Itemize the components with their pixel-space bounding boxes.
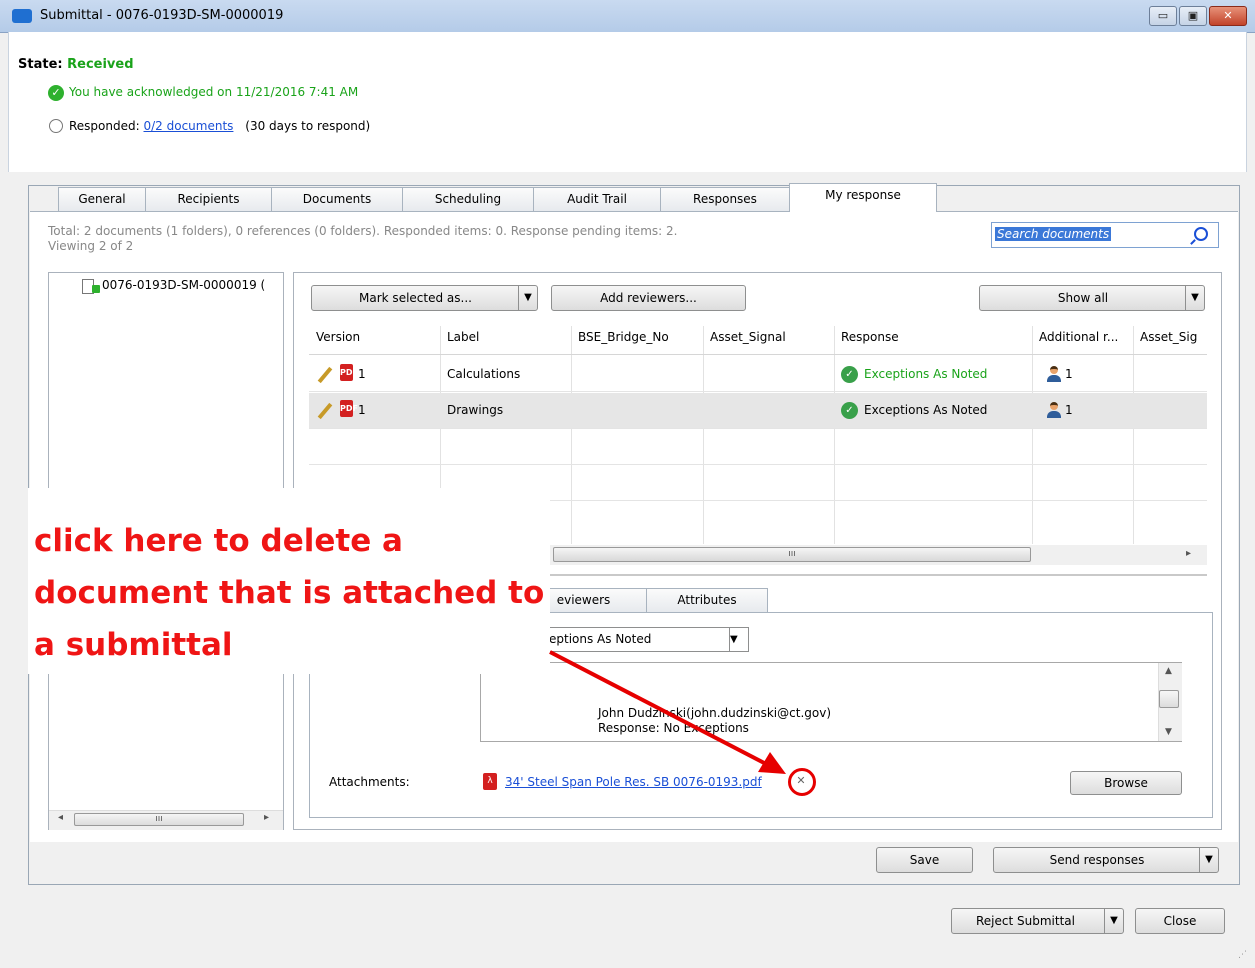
column-header-asset-signal[interactable]: Asset_Signal [710,330,786,344]
response-cell: Exceptions As Noted [864,367,988,381]
pdf-icon: λ [483,773,497,790]
scroll-left-icon[interactable]: ◂ [58,812,63,823]
attachments-label: Attachments: [329,775,410,789]
responded-documents-link[interactable]: 0/2 documents [144,119,234,133]
responded-label: Responded: [69,119,140,133]
response-cell: Exceptions As Noted [864,403,988,417]
maximize-button[interactable]: ▣ [1179,6,1207,26]
window-title: Submittal - 0076-0193D-SM-0000019 [40,8,284,23]
response-select-value: eptions As Noted [549,632,652,646]
scroll-right-icon[interactable]: ▸ [264,812,269,823]
resize-grip-icon[interactable]: ⋰ [1238,950,1247,960]
scroll-up-icon[interactable]: ▲ [1165,666,1172,676]
column-header-bse-bridge-no[interactable]: BSE_Bridge_No [578,330,669,344]
mark-selected-dropdown[interactable]: Mark selected as... ▼ [311,285,538,311]
tab-responses[interactable]: Responses [660,187,790,211]
pdf-icon: PDF [340,364,358,381]
annotation-circle [788,768,816,796]
tab-attributes[interactable]: Attributes [646,588,768,612]
tree-item[interactable]: 0076-0193D-SM-0000019 ( [102,278,265,292]
reviewer-icon [1047,402,1061,418]
tab-audit-trail[interactable]: Audit Trail [533,187,661,211]
tab-my-response[interactable]: My response [789,183,937,212]
grid-scroll-thumb[interactable]: ııı [553,547,1031,562]
reviewers-count-cell: 1 [1065,403,1073,417]
chevron-down-icon[interactable]: ▼ [1185,286,1204,310]
column-header-asset-sig[interactable]: Asset_Sig [1140,330,1197,344]
chevron-down-icon[interactable]: ▼ [1199,848,1218,872]
summary-text: Total: 2 documents (1 folders), 0 refere… [48,224,848,254]
response-check-icon: ✓ [841,402,858,419]
state-label: State: Received [18,57,134,72]
state-label-text: State: [18,57,63,72]
annotation-arrow [549,650,786,774]
close-window-button[interactable]: ✕ [1209,6,1247,26]
tab-general[interactable]: General [58,187,146,211]
column-header-label[interactable]: Label [447,330,479,344]
reviewers-count-cell: 1 [1065,367,1073,381]
save-button[interactable]: Save [876,847,973,873]
chevron-down-icon[interactable]: ▼ [518,286,537,310]
reject-submittal-label: Reject Submittal [976,914,1075,928]
search-input[interactable]: Search documents [995,227,1112,241]
pdf-icon: PDF [340,400,358,417]
close-button[interactable]: Close [1135,908,1225,934]
inbound-arrow-icon [92,285,100,293]
label-cell: Drawings [447,403,504,417]
search-icon[interactable] [1194,227,1208,241]
tab-recipients[interactable]: Recipients [145,187,272,211]
summary-line-2: Viewing 2 of 2 [48,239,134,253]
send-responses-dropdown[interactable]: Send responses ▼ [993,847,1219,873]
label-cell: Calculations [447,367,521,381]
clock-icon [49,119,63,133]
tab-scheduling[interactable]: Scheduling [402,187,534,211]
header-separator [309,354,1207,355]
version-cell: 1 [358,367,366,381]
responded-note: (30 days to respond) [245,119,371,133]
minimize-button[interactable]: ▭ [1149,6,1177,26]
show-all-label: Show all [1057,291,1109,305]
column-header-version[interactable]: Version [316,330,360,344]
scroll-right-icon[interactable]: ▸ [1186,548,1191,559]
row-line [309,464,1207,465]
check-icon: ✓ [48,85,64,101]
acknowledged-text: You have acknowledged on 11/21/2016 7:41… [69,85,359,99]
column-header-additional-reviewers[interactable]: Additional r... [1039,330,1118,344]
header-panel [8,32,1247,172]
reject-submittal-dropdown[interactable]: Reject Submittal ▼ [951,908,1124,934]
response-check-icon: ✓ [841,366,858,383]
mark-selected-label: Mark selected as... [359,291,472,305]
annotation-text: click here to delete a document that is … [34,523,545,663]
summary-line-1: Total: 2 documents (1 folders), 0 refere… [48,224,678,238]
chevron-down-icon[interactable]: ▼ [1104,909,1123,933]
reviewer-icon [1047,366,1061,382]
app-icon [12,9,32,23]
version-cell: 1 [358,403,366,417]
responded-row: Responded: 0/2 documents (30 days to res… [69,119,370,133]
tab-documents[interactable]: Documents [271,187,403,211]
scroll-down-icon[interactable]: ▼ [1165,727,1172,737]
send-responses-label: Send responses [1049,853,1145,867]
state-value: Received [67,57,134,72]
add-reviewers-button[interactable]: Add reviewers... [551,285,746,311]
browse-button[interactable]: Browse [1070,771,1182,795]
column-header-response[interactable]: Response [841,330,899,344]
show-all-dropdown[interactable]: Show all ▼ [979,285,1205,311]
tree-scroll-thumb[interactable]: ııı [74,813,244,826]
comment-scroll-thumb[interactable] [1159,690,1179,708]
